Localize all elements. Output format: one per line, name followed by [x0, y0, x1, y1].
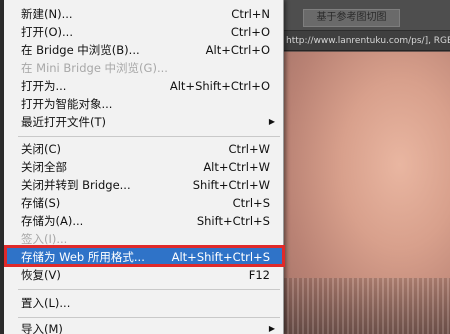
menu-separator	[18, 136, 280, 137]
menu-item-shortcut: Ctrl+W	[228, 142, 270, 156]
photoshop-window: 基于参考图切图 http://www.lanrentuku.com/ps/], …	[0, 0, 450, 334]
menu-item-label: 置入(L)...	[21, 296, 71, 310]
menu-item-label: 存储为 Web 所用格式...	[21, 250, 145, 264]
menu-item-revert[interactable]: 恢复(V) F12	[4, 266, 283, 284]
menu-item-shortcut: Alt+Shift+Ctrl+S	[171, 250, 270, 264]
menu-item-new[interactable]: 新建(N)... Ctrl+N	[4, 5, 283, 23]
menu-item-label: 签入(I)...	[21, 232, 68, 246]
submenu-arrow-icon: ▶	[268, 117, 275, 126]
menu-item-check-in: 签入(I)...	[4, 230, 283, 248]
menu-item-shortcut: Shift+Ctrl+S	[196, 214, 270, 228]
menu-item-close-all[interactable]: 关闭全部 Alt+Ctrl+W	[4, 158, 283, 176]
submenu-arrow-icon: ▶	[268, 324, 275, 333]
file-menu: 新建(N)... Ctrl+N 打开(O)... Ctrl+O 在 Bridge…	[4, 0, 284, 334]
menu-item-label: 存储(S)	[21, 196, 61, 210]
menu-item-shortcut: Ctrl+N	[231, 7, 270, 21]
menu-item-save-as[interactable]: 存储为(A)... Shift+Ctrl+S	[4, 212, 283, 230]
menu-item-open-as[interactable]: 打开为... Alt+Shift+Ctrl+O	[4, 77, 283, 95]
canvas-image-detail	[282, 278, 450, 334]
menu-item-import[interactable]: 导入(M) ▶	[4, 320, 283, 334]
document-tab[interactable]: http://www.lanrentuku.com/ps/], RGB/8	[282, 31, 450, 51]
menu-item-label: 关闭(C)	[21, 142, 62, 156]
menu-item-save[interactable]: 存储(S) Ctrl+S	[4, 194, 283, 212]
menu-item-shortcut: Ctrl+O	[230, 25, 270, 39]
menu-item-label: 新建(N)...	[21, 7, 73, 21]
menu-item-shortcut: Alt+Ctrl+O	[205, 43, 270, 57]
menu-separator	[18, 317, 280, 318]
menu-item-browse-in-mini-bridge: 在 Mini Bridge 中浏览(G)...	[4, 59, 283, 77]
menu-item-label: 关闭全部	[21, 160, 67, 174]
menu-item-label: 打开(O)...	[21, 25, 73, 39]
menu-item-place[interactable]: 置入(L)...	[4, 294, 283, 312]
menu-item-open[interactable]: 打开(O)... Ctrl+O	[4, 23, 283, 41]
menu-item-save-for-web[interactable]: 存储为 Web 所用格式... Alt+Shift+Ctrl+S	[4, 248, 283, 266]
menu-item-label: 最近打开文件(T)	[21, 115, 106, 129]
menu-item-browse-in-bridge[interactable]: 在 Bridge 中浏览(B)... Alt+Ctrl+O	[4, 41, 283, 59]
menu-separator	[18, 289, 280, 290]
menu-item-shortcut: Alt+Ctrl+W	[203, 160, 270, 174]
menu-item-label: 存储为(A)...	[21, 214, 84, 228]
menu-item-label: 在 Bridge 中浏览(B)...	[21, 43, 140, 57]
menu-item-open-recent[interactable]: 最近打开文件(T) ▶	[4, 113, 283, 131]
menu-item-close[interactable]: 关闭(C) Ctrl+W	[4, 140, 283, 158]
menu-item-shortcut: F12	[248, 268, 270, 282]
menu-item-label: 导入(M)	[21, 322, 63, 334]
menu-item-label: 关闭并转到 Bridge...	[21, 178, 131, 192]
menu-item-label: 在 Mini Bridge 中浏览(G)...	[21, 61, 168, 75]
menu-item-label: 恢复(V)	[21, 268, 61, 282]
menu-item-shortcut: Ctrl+S	[232, 196, 270, 210]
menu-item-label: 打开为智能对象...	[21, 97, 113, 111]
menu-item-open-as-smart-object[interactable]: 打开为智能对象...	[4, 95, 283, 113]
menu-item-label: 打开为...	[21, 79, 67, 93]
menu-item-shortcut: Alt+Shift+Ctrl+O	[169, 79, 270, 93]
menu-item-close-and-go-to-bridge[interactable]: 关闭并转到 Bridge... Shift+Ctrl+W	[4, 176, 283, 194]
slice-from-guides-button[interactable]: 基于参考图切图	[303, 9, 400, 27]
menu-item-shortcut: Shift+Ctrl+W	[192, 178, 270, 192]
